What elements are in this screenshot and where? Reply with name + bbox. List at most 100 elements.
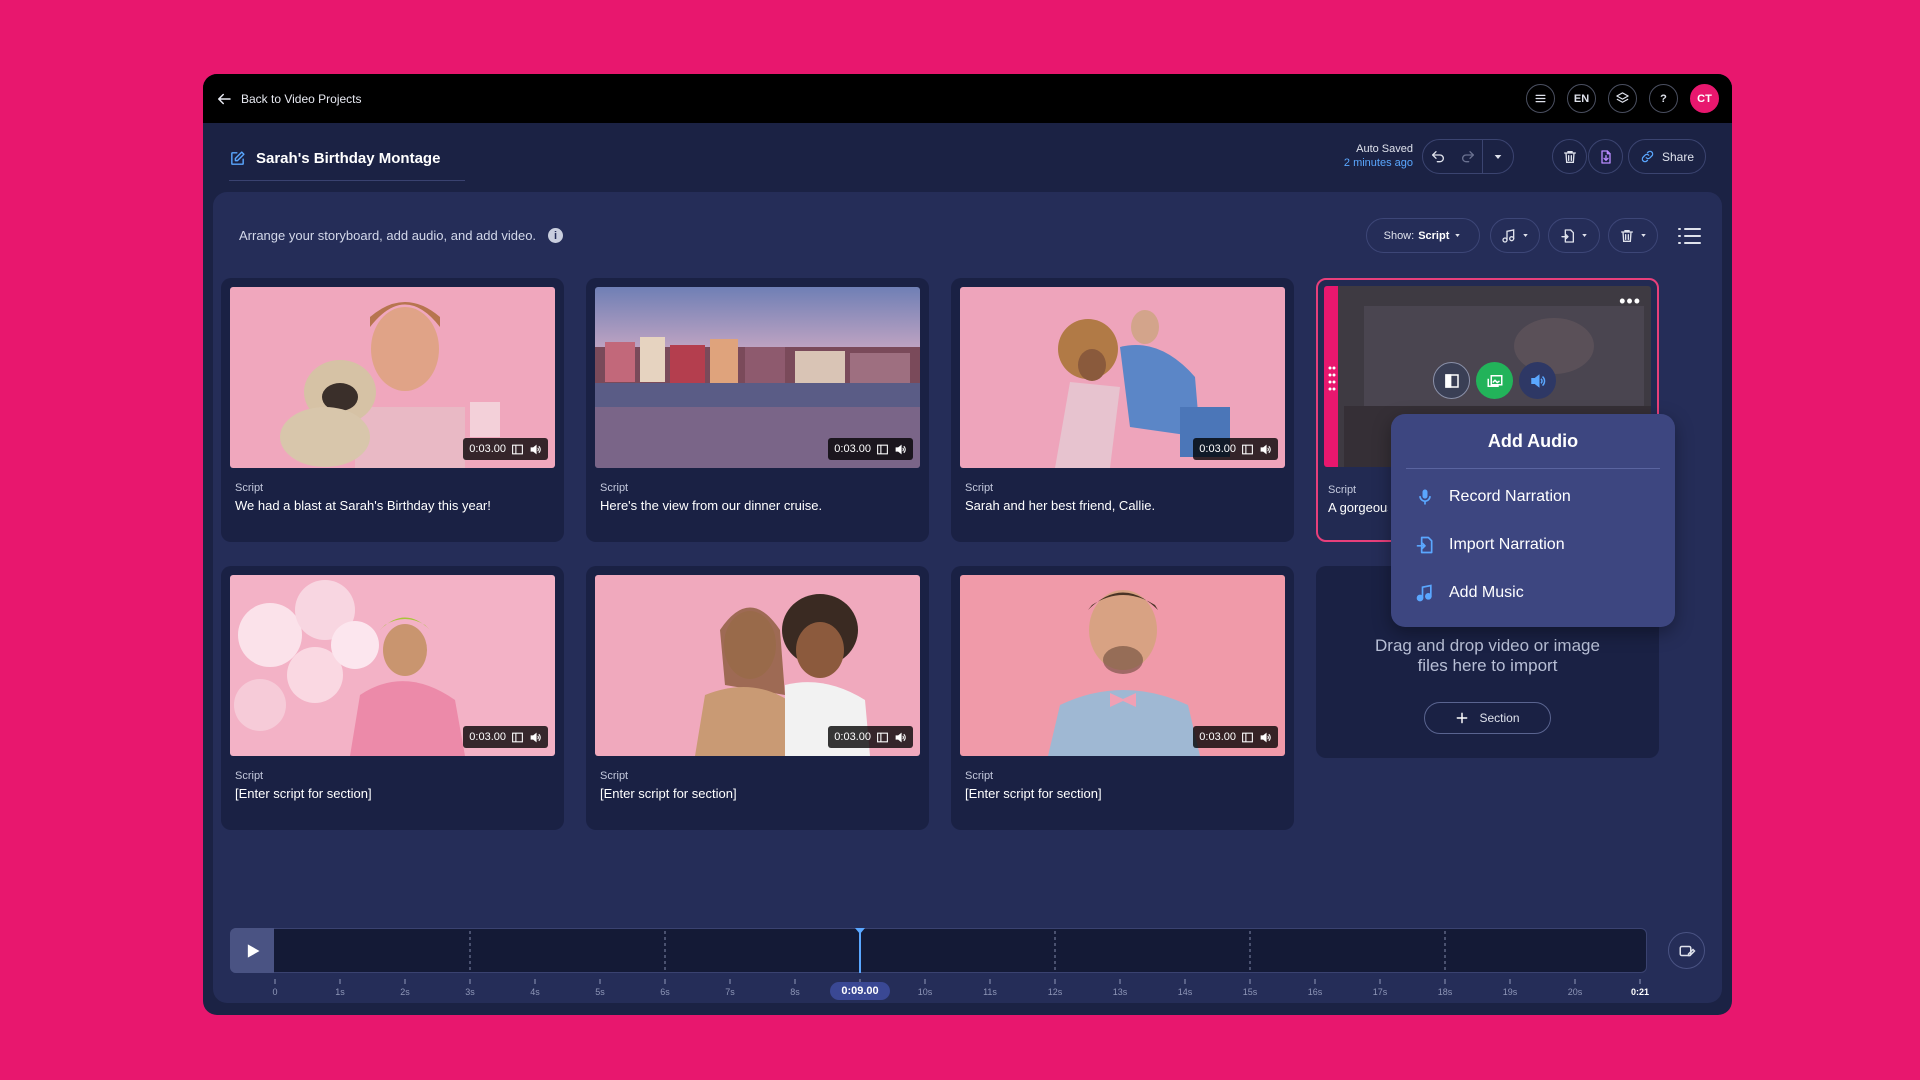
script-label: Script bbox=[1328, 484, 1357, 496]
speaker-icon[interactable] bbox=[894, 731, 907, 744]
script-text[interactable]: [Enter script for section] bbox=[600, 786, 920, 801]
tick-label: 19s bbox=[1502, 987, 1518, 997]
speaker-icon[interactable] bbox=[529, 731, 542, 744]
import-dropdown[interactable] bbox=[1548, 218, 1600, 253]
storyboard-card-2[interactable]: 0:03.00 Script Here's the view from our … bbox=[586, 278, 929, 542]
dropzone-line-2: files here to import bbox=[1417, 656, 1558, 675]
show-label: Show: bbox=[1383, 229, 1415, 242]
import-narration-item[interactable]: Import Narration bbox=[1415, 535, 1565, 555]
project-title: Sarah's Birthday Montage bbox=[256, 150, 441, 167]
storyboard-card-1[interactable]: 0:03.00 Script We had a blast at Sarah's… bbox=[221, 278, 564, 542]
script-text[interactable]: Sarah and her best friend, Callie. bbox=[965, 498, 1285, 513]
music-icon bbox=[1501, 228, 1514, 243]
back-to-projects-link[interactable]: Back to Video Projects bbox=[215, 74, 362, 123]
card-thumbnail: 0:03.00 bbox=[595, 287, 920, 468]
script-text[interactable]: We had a blast at Sarah's Birthday this … bbox=[235, 498, 555, 513]
add-section-button[interactable]: Section bbox=[1424, 702, 1551, 734]
storyboard-card-7[interactable]: 0:03.00 Script [Enter script for section… bbox=[951, 566, 1294, 830]
speaker-icon[interactable] bbox=[1259, 443, 1272, 456]
project-title-field[interactable]: Sarah's Birthday Montage bbox=[229, 150, 465, 181]
speaker-icon[interactable] bbox=[1259, 731, 1272, 744]
trash-icon bbox=[1620, 229, 1633, 242]
script-text[interactable]: Here's the view from our dinner cruise. bbox=[600, 498, 920, 513]
layers-button[interactable] bbox=[1608, 84, 1637, 113]
undo-button[interactable] bbox=[1423, 140, 1453, 173]
language-button[interactable]: EN bbox=[1567, 84, 1596, 113]
share-button[interactable]: Share bbox=[1628, 139, 1706, 174]
script-text[interactable]: [Enter script for section] bbox=[965, 786, 1285, 801]
undo-redo-group bbox=[1422, 139, 1514, 174]
top-bar: Back to Video Projects EN ? CT bbox=[203, 74, 1732, 123]
share-label: Share bbox=[1661, 149, 1695, 164]
redo-button[interactable] bbox=[1453, 140, 1483, 173]
duration-text: 0:03.00 bbox=[834, 443, 871, 455]
tick-label: 3s bbox=[465, 987, 475, 997]
add-audio-title: Add Audio bbox=[1487, 431, 1579, 451]
storyboard-card-5[interactable]: 0:03.00 Script [Enter script for section… bbox=[221, 566, 564, 830]
user-avatar[interactable]: CT bbox=[1690, 84, 1719, 113]
card-thumbnail: 0:03.00 bbox=[230, 287, 555, 468]
add-media-button[interactable] bbox=[1476, 362, 1513, 399]
help-button[interactable]: ? bbox=[1649, 84, 1678, 113]
tick-label: 17s bbox=[1372, 987, 1388, 997]
current-time-pill: 0:09.00 bbox=[830, 982, 890, 1000]
tick-label: 13s bbox=[1112, 987, 1128, 997]
duration-badge: 0:03.00 bbox=[463, 726, 548, 748]
layout-button[interactable] bbox=[1433, 362, 1470, 399]
add-audio-button[interactable] bbox=[1519, 362, 1556, 399]
speaker-icon[interactable] bbox=[529, 443, 542, 456]
caret-down-icon bbox=[1455, 234, 1461, 237]
delete-project-button[interactable] bbox=[1552, 139, 1587, 174]
storyboard-card-3[interactable]: 0:03.00 Script Sarah and her best friend… bbox=[951, 278, 1294, 542]
screen-icon[interactable] bbox=[876, 731, 889, 744]
duration-text: 0:03.00 bbox=[469, 443, 506, 455]
list-view-icon[interactable] bbox=[1676, 224, 1702, 248]
screen-icon[interactable] bbox=[511, 731, 524, 744]
import-icon bbox=[1416, 536, 1433, 554]
edit-timeline-icon bbox=[1679, 945, 1696, 956]
export-button[interactable] bbox=[1588, 139, 1623, 174]
trash-icon bbox=[1563, 150, 1576, 163]
drag-handle-icon[interactable] bbox=[1328, 365, 1336, 391]
screen-icon[interactable] bbox=[1241, 443, 1254, 456]
music-icon bbox=[1416, 584, 1432, 602]
show-dropdown[interactable]: Show: Script bbox=[1366, 218, 1480, 253]
music-dropdown[interactable] bbox=[1490, 218, 1540, 253]
timeline-ruler bbox=[274, 928, 1641, 984]
more-options-icon[interactable]: ••• bbox=[1619, 291, 1641, 312]
storyboard-card-6[interactable]: 0:03.00 Script [Enter script for section… bbox=[586, 566, 929, 830]
delete-dropdown[interactable] bbox=[1608, 218, 1658, 253]
timeline-edit-button[interactable] bbox=[1668, 932, 1705, 969]
autosave-status: Auto Saved 2 minutes ago bbox=[1344, 142, 1413, 170]
undo-icon bbox=[1431, 150, 1444, 162]
menu-button[interactable] bbox=[1526, 84, 1555, 113]
tick-label: 18s bbox=[1437, 987, 1453, 997]
project-header: Sarah's Birthday Montage Auto Saved 2 mi… bbox=[203, 123, 1732, 191]
screen-icon[interactable] bbox=[876, 443, 889, 456]
script-label: Script bbox=[965, 770, 994, 782]
show-value: Script bbox=[1418, 229, 1450, 242]
link-icon bbox=[1641, 150, 1654, 163]
record-narration-item[interactable]: Record Narration bbox=[1415, 487, 1571, 507]
speaker-icon[interactable] bbox=[894, 443, 907, 456]
script-label: Script bbox=[235, 770, 264, 782]
duration-badge: 0:03.00 bbox=[463, 438, 548, 460]
add-music-item[interactable]: Add Music bbox=[1415, 583, 1524, 603]
screen-icon[interactable] bbox=[511, 443, 524, 456]
tick-label: 20s bbox=[1567, 987, 1583, 997]
tick-label: 15s bbox=[1242, 987, 1258, 997]
storyboard-hint: Arrange your storyboard, add audio, and … bbox=[239, 228, 564, 243]
mic-icon bbox=[1419, 489, 1431, 505]
tick-label: 0:21 bbox=[1630, 987, 1650, 997]
import-icon bbox=[1560, 228, 1574, 243]
tick-label: 7s bbox=[725, 987, 735, 997]
info-icon[interactable]: i bbox=[548, 228, 564, 243]
redo-icon bbox=[1461, 150, 1474, 162]
screen-icon[interactable] bbox=[1241, 731, 1254, 744]
script-label: Script bbox=[235, 482, 264, 494]
playhead-handle[interactable] bbox=[855, 928, 865, 934]
history-dropdown[interactable] bbox=[1483, 140, 1513, 173]
script-text[interactable]: A gorgeous bbox=[1328, 500, 1388, 515]
script-text[interactable]: [Enter script for section] bbox=[235, 786, 555, 801]
speaker-icon bbox=[1530, 373, 1545, 388]
